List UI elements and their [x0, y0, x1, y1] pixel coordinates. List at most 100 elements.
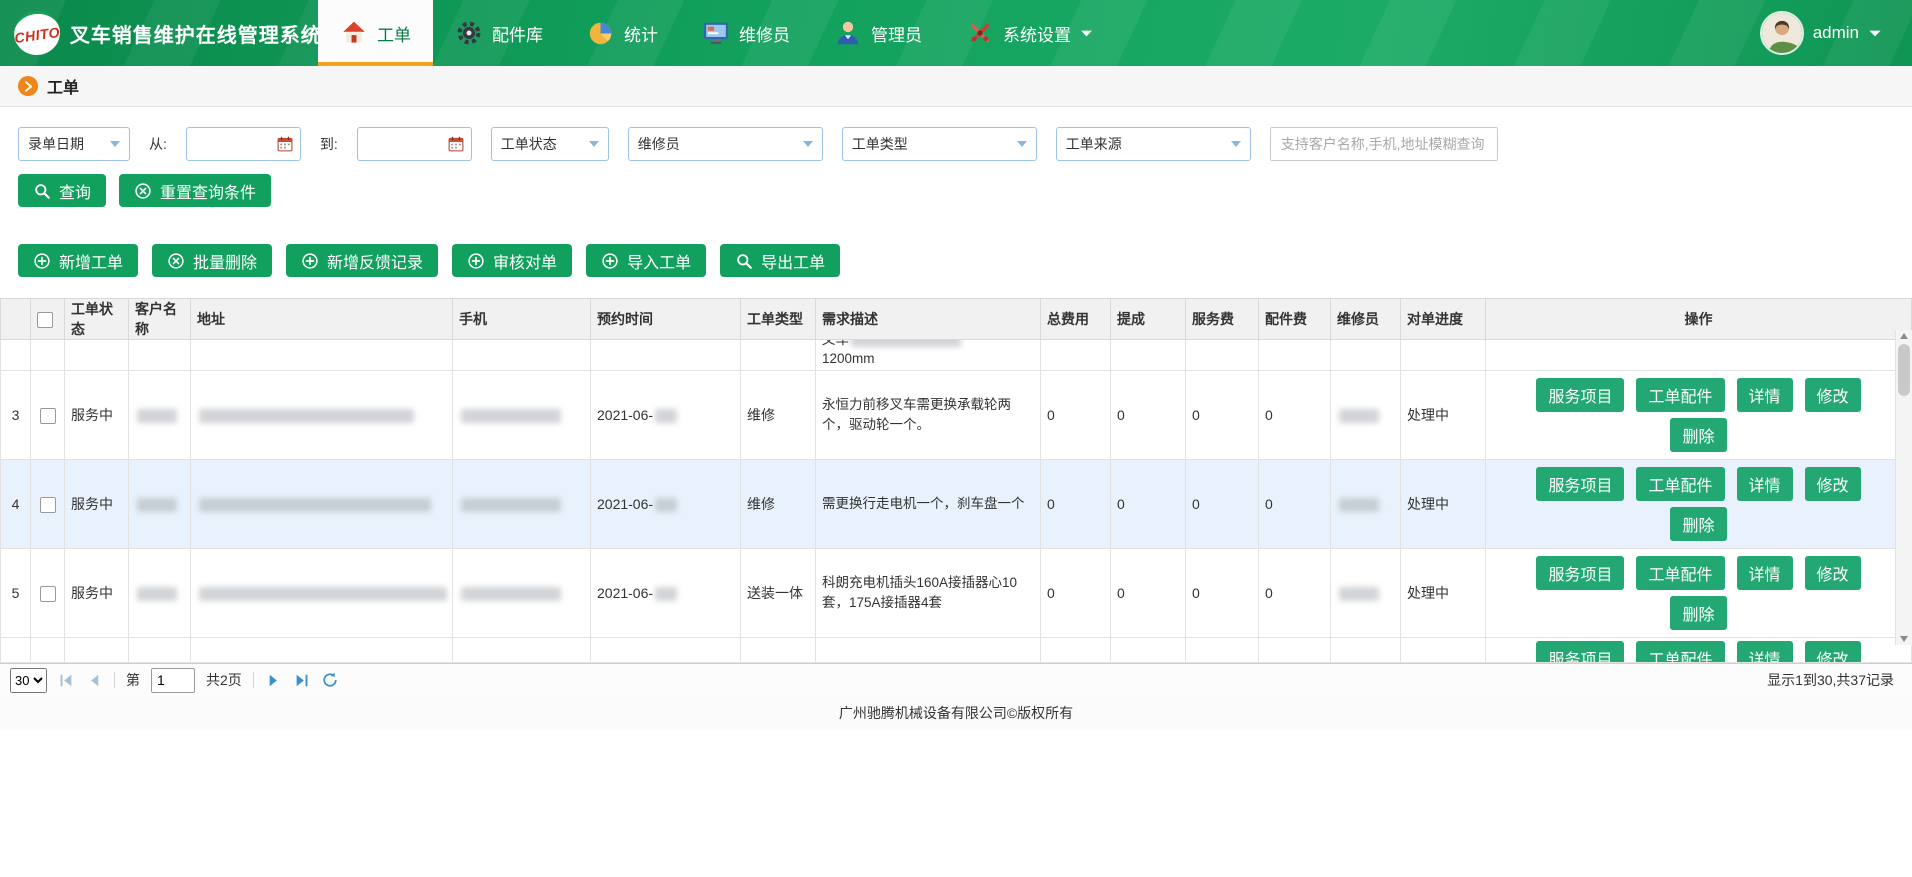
- audit-order-button[interactable]: 审核对单: [452, 244, 572, 277]
- column-header[interactable]: 手机: [453, 299, 591, 340]
- row-action-delete-button[interactable]: 删除: [1670, 596, 1726, 630]
- page-size-select[interactable]: 30: [10, 668, 47, 693]
- reset-filters-button[interactable]: 重置查询条件: [119, 174, 271, 207]
- column-header[interactable]: 需求描述: [816, 299, 1041, 340]
- nav-item-statistics[interactable]: 统计: [565, 0, 680, 66]
- row-action-edit-button[interactable]: 修改: [1805, 641, 1861, 662]
- column-header[interactable]: 客户名称: [129, 299, 191, 340]
- row-action-order-parts-button[interactable]: 工单配件: [1636, 641, 1724, 662]
- search-button[interactable]: 查询: [18, 174, 106, 207]
- vertical-scrollbar[interactable]: [1895, 330, 1912, 645]
- home-icon: [340, 19, 368, 47]
- user-menu[interactable]: admin: [1760, 0, 1912, 66]
- row-action-order-parts-button[interactable]: 工单配件: [1636, 556, 1724, 590]
- row-checkbox[interactable]: [40, 497, 56, 513]
- nav-item-work-order[interactable]: 工单: [318, 0, 433, 66]
- calendar-icon[interactable]: [276, 135, 294, 153]
- cell-order-status: 服务中: [65, 460, 129, 549]
- nav-item-system-settings[interactable]: 系统设置: [944, 0, 1115, 66]
- refresh-button[interactable]: [321, 671, 339, 689]
- nav-item-repairman[interactable]: 维修员: [680, 0, 812, 66]
- column-header[interactable]: 对单进度: [1401, 299, 1486, 340]
- scrollbar-track[interactable]: [1896, 339, 1912, 636]
- current-page-input[interactable]: [151, 668, 195, 693]
- row-action-service-items-button[interactable]: 服务项目: [1536, 641, 1624, 662]
- keyword-search-input[interactable]: [1270, 127, 1498, 161]
- filter-select-order-type[interactable]: 工单类型: [842, 127, 1037, 161]
- toolbar: 新增工单批量删除新增反馈记录审核对单导入工单导出工单: [0, 207, 1912, 298]
- column-header[interactable]: 操作: [1486, 299, 1912, 340]
- next-page-button[interactable]: [265, 672, 282, 689]
- table-row: 3服务中2021-06-维修永恒力前移叉车需更换承载轮两个，驱动轮一个。0000…: [1, 371, 1912, 460]
- column-header[interactable]: 预约时间: [591, 299, 741, 340]
- row-action-edit-button[interactable]: 修改: [1805, 556, 1861, 590]
- row-checkbox[interactable]: [40, 408, 56, 424]
- date-to-input[interactable]: [364, 136, 443, 152]
- row-action-edit-button[interactable]: 修改: [1805, 467, 1861, 501]
- breadcrumb: 工单: [0, 66, 1912, 107]
- scroll-down-arrow[interactable]: [1900, 636, 1908, 642]
- redacted-text: [1339, 498, 1379, 512]
- row-action-service-items-button[interactable]: 服务项目: [1536, 467, 1624, 501]
- row-checkbox[interactable]: [40, 586, 56, 602]
- user-name: admin: [1813, 23, 1859, 43]
- column-header[interactable]: 配件费: [1259, 299, 1331, 340]
- column-header[interactable]: 维修员: [1331, 299, 1401, 340]
- nav-item-parts-library[interactable]: 配件库: [433, 0, 565, 66]
- date-from-field[interactable]: [186, 127, 301, 161]
- date-from-input[interactable]: [193, 136, 272, 152]
- import-orders-button[interactable]: 导入工单: [586, 244, 706, 277]
- last-page-button[interactable]: [293, 672, 310, 689]
- row-action-detail-button[interactable]: 详情: [1737, 641, 1793, 662]
- copyright-text: 广州驰腾机械设备有限公司©版权所有: [839, 703, 1073, 723]
- cell-parts-fee: 0: [1259, 549, 1331, 638]
- filter-select-repairman[interactable]: 维修员: [628, 127, 823, 161]
- cell-order-status: 服务中: [65, 371, 129, 460]
- first-page-button[interactable]: [58, 672, 75, 689]
- column-header[interactable]: 工单类型: [741, 299, 816, 340]
- row-action-detail-button[interactable]: 详情: [1737, 467, 1793, 501]
- person-icon: [834, 19, 862, 47]
- avatar[interactable]: [1760, 11, 1804, 55]
- logo-text: CHITO: [13, 23, 61, 45]
- row-action-detail-button[interactable]: 详情: [1737, 556, 1793, 590]
- add-order-button[interactable]: 新增工单: [18, 244, 138, 277]
- cell-actions: 服务项目工单配件详情修改: [1486, 638, 1912, 663]
- calendar-icon[interactable]: [447, 135, 465, 153]
- cell-address: [191, 549, 453, 638]
- export-orders-button[interactable]: 导出工单: [720, 244, 840, 277]
- column-header[interactable]: 总费用: [1041, 299, 1111, 340]
- plus-circle-icon: [301, 252, 319, 270]
- redacted-text: [137, 587, 177, 601]
- row-action-delete-button[interactable]: 删除: [1670, 418, 1726, 452]
- chevron-down-icon: [110, 141, 120, 147]
- column-header[interactable]: 地址: [191, 299, 453, 340]
- row-action-detail-button[interactable]: 详情: [1737, 378, 1793, 412]
- cell-address: [191, 371, 453, 460]
- filter-select-date-type[interactable]: 录单日期: [18, 127, 130, 161]
- column-header[interactable]: 工单状态: [65, 299, 129, 340]
- from-label: 从:: [149, 134, 167, 154]
- add-feedback-button[interactable]: 新增反馈记录: [286, 244, 438, 277]
- select-all-checkbox[interactable]: [37, 312, 53, 328]
- nav-item-administrator[interactable]: 管理员: [812, 0, 944, 66]
- filter-select-order-status[interactable]: 工单状态: [491, 127, 609, 161]
- filter-actions: 查询 重置查询条件: [0, 161, 1912, 207]
- row-action-order-parts-button[interactable]: 工单配件: [1636, 378, 1724, 412]
- filter-select-order-source[interactable]: 工单来源: [1056, 127, 1251, 161]
- row-action-order-parts-button[interactable]: 工单配件: [1636, 467, 1724, 501]
- nav-item-label: 统计: [624, 21, 658, 46]
- column-header[interactable]: 提成: [1111, 299, 1186, 340]
- prev-page-button[interactable]: [86, 672, 103, 689]
- date-to-field[interactable]: [357, 127, 472, 161]
- row-action-edit-button[interactable]: 修改: [1805, 378, 1861, 412]
- batch-delete-button[interactable]: 批量删除: [152, 244, 272, 277]
- scrollbar-thumb[interactable]: [1898, 344, 1910, 396]
- row-action-service-items-button[interactable]: 服务项目: [1536, 556, 1624, 590]
- row-action-delete-button[interactable]: 删除: [1670, 507, 1726, 541]
- divider: [253, 672, 254, 688]
- plus-circle-icon: [601, 252, 619, 270]
- column-header[interactable]: 服务费: [1186, 299, 1259, 340]
- row-action-service-items-button[interactable]: 服务项目: [1536, 378, 1624, 412]
- top-navbar: CHITO 叉车销售维护在线管理系统 工单配件库统计维修员管理员系统设置 adm…: [0, 0, 1912, 66]
